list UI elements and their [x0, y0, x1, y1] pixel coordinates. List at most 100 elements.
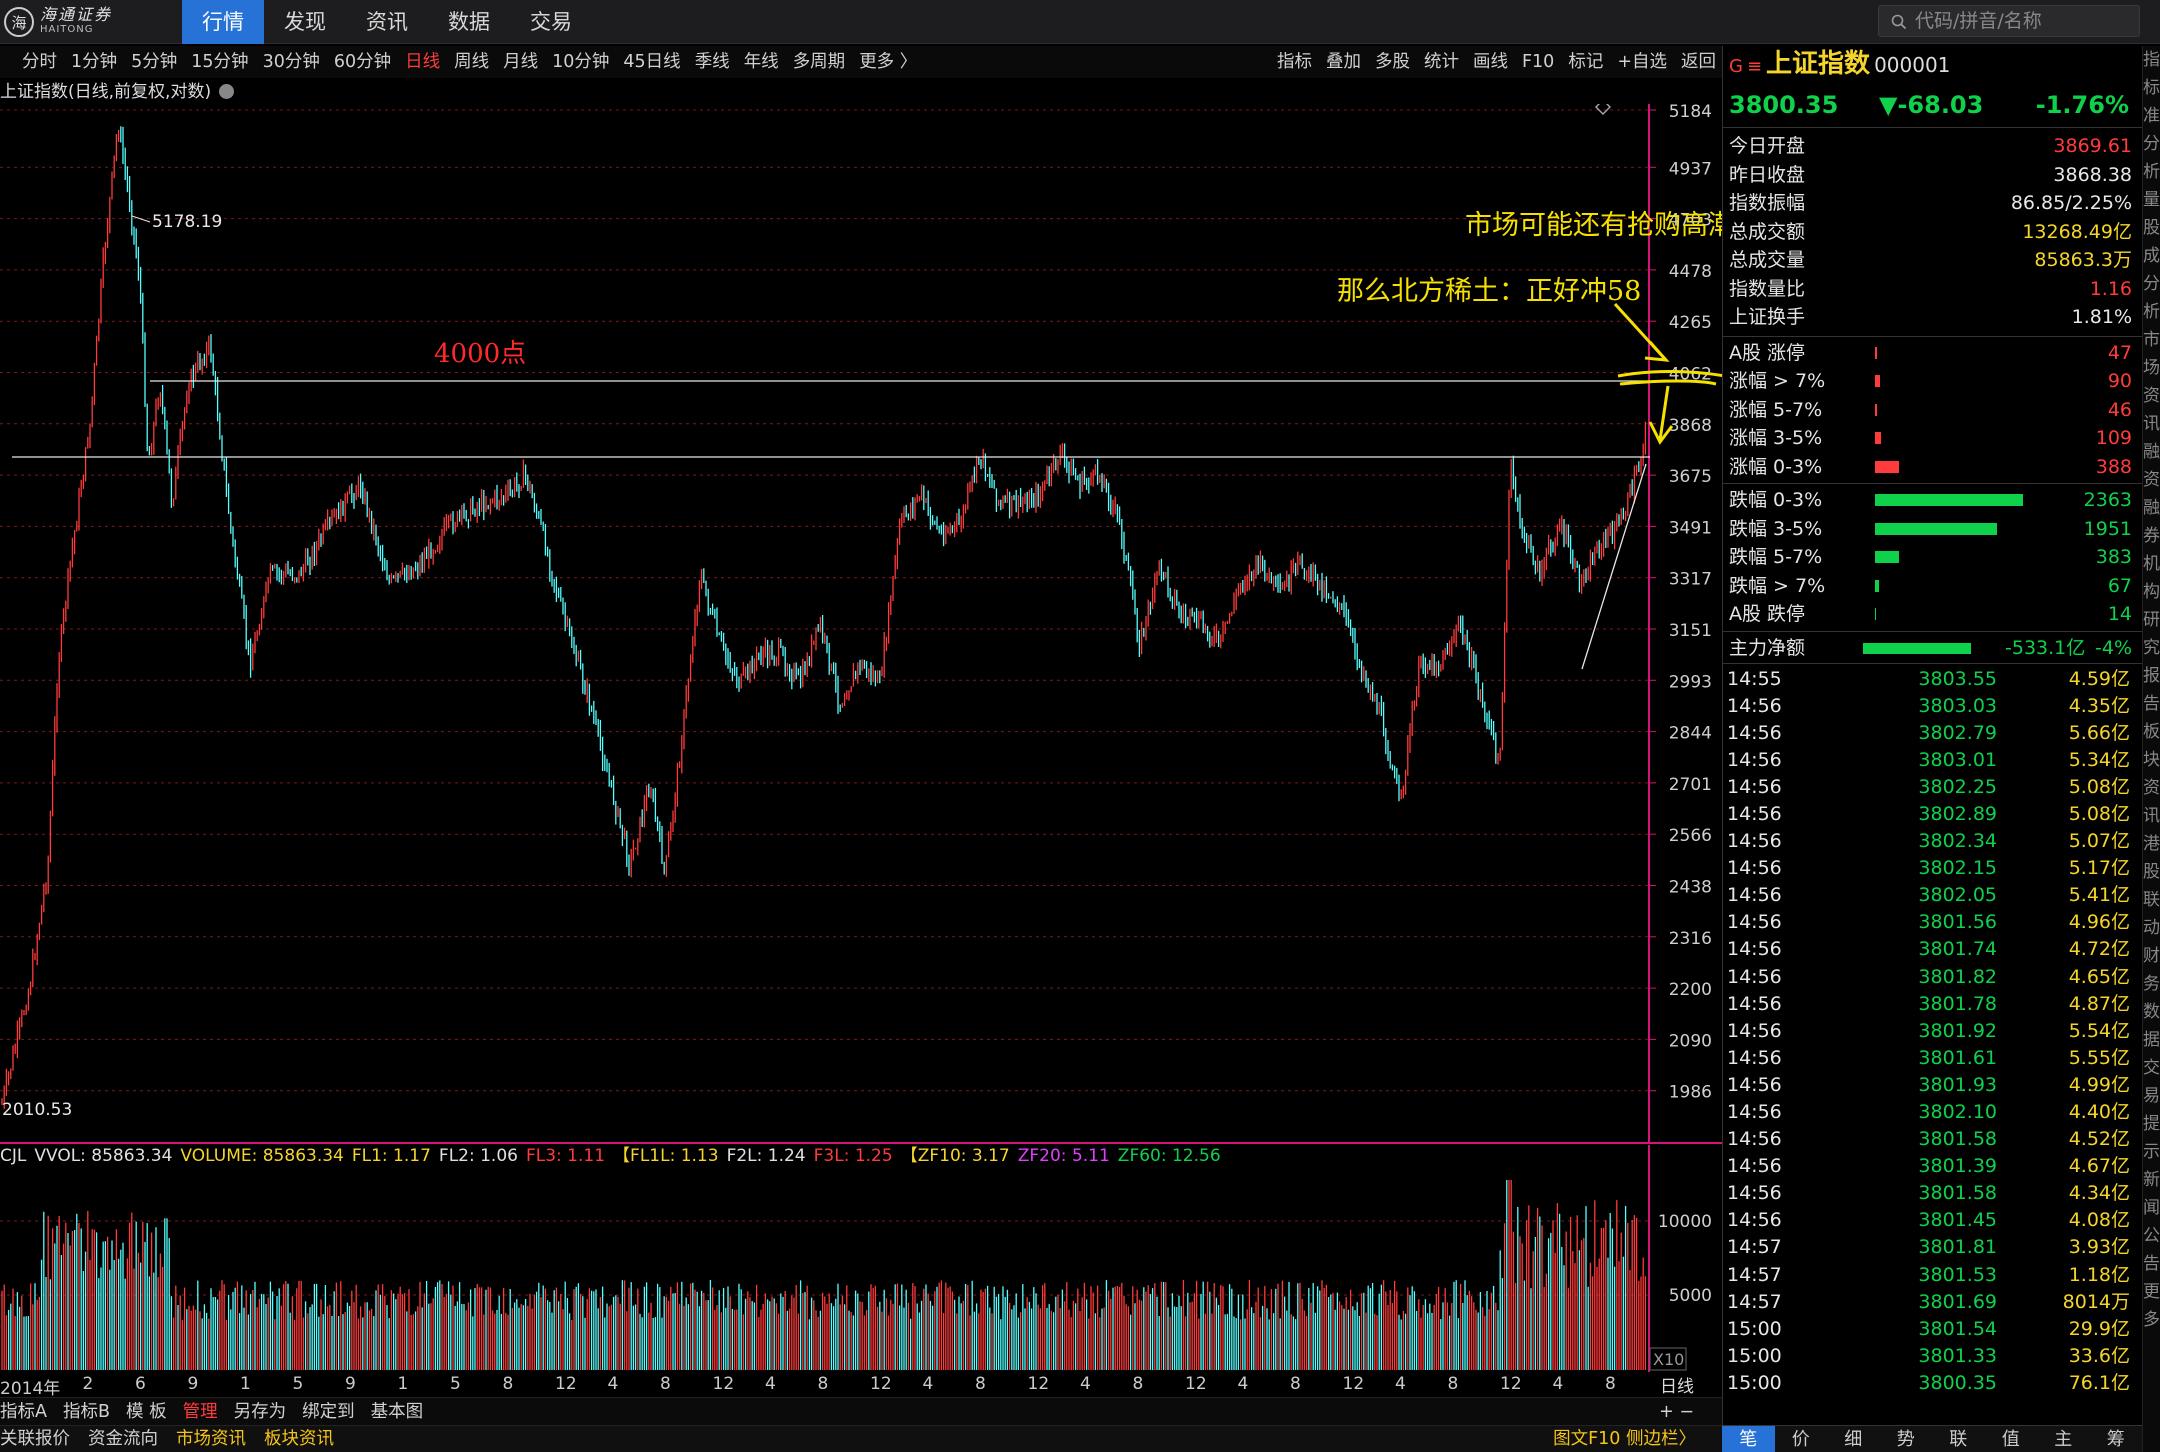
- side-toolbar-label[interactable]: 融: [2143, 494, 2160, 522]
- volume-chart[interactable]: 10000 5000 X10: [0, 1145, 1722, 1372]
- side-toolbar-label[interactable]: 块: [2143, 746, 2160, 774]
- menu-icon[interactable]: ≡: [1747, 56, 1762, 77]
- panel-tab-0[interactable]: 笔: [1722, 1426, 1775, 1452]
- side-toolbar-label[interactable]: 告: [2143, 1250, 2160, 1278]
- panel-tab-7[interactable]: 筹: [2090, 1426, 2143, 1452]
- tool-button-8[interactable]: 返回: [1681, 46, 1716, 78]
- bottom-link-1[interactable]: 资金流向: [88, 1429, 158, 1449]
- breadth-row[interactable]: 涨幅 > 7% 90: [1723, 367, 2142, 396]
- nav-item-2[interactable]: 资讯: [346, 0, 428, 44]
- bottom-link-3[interactable]: 板块资讯: [264, 1429, 334, 1449]
- side-toolbar-label[interactable]: 数: [2143, 998, 2160, 1026]
- side-toolbar-label[interactable]: 动: [2143, 914, 2160, 942]
- period-tab-13[interactable]: 多周期: [793, 46, 846, 78]
- breadth-row[interactable]: A股 跌停 14: [1723, 600, 2142, 629]
- panel-tab-2[interactable]: 细: [1827, 1426, 1880, 1452]
- side-toolbar-label[interactable]: 板: [2143, 718, 2160, 746]
- group-badge[interactable]: G: [1729, 56, 1743, 77]
- period-tab-2[interactable]: 5分钟: [131, 46, 177, 78]
- nav-item-1[interactable]: 发现: [264, 0, 346, 44]
- period-tab-5[interactable]: 60分钟: [334, 46, 391, 78]
- side-toolbar-label[interactable]: 资: [2143, 466, 2160, 494]
- side-toolbar-label[interactable]: 研: [2143, 606, 2160, 634]
- breadth-row[interactable]: 涨幅 5-7% 46: [1723, 396, 2142, 425]
- breadth-row[interactable]: 跌幅 > 7% 67: [1723, 572, 2142, 601]
- side-toolbar-label[interactable]: 标: [2143, 74, 2160, 102]
- period-tab-10[interactable]: 45日线: [623, 46, 680, 78]
- panel-tab-1[interactable]: 价: [1775, 1426, 1828, 1452]
- side-toolbar-label[interactable]: 公: [2143, 1222, 2160, 1250]
- x-axis-period-tab[interactable]: 日线: [1660, 1372, 1694, 1397]
- side-toolbar-label[interactable]: 究: [2143, 634, 2160, 662]
- side-toolbar-label[interactable]: 闻: [2143, 1194, 2160, 1222]
- chart-title[interactable]: 上证指数(日线,前复权,对数): [0, 80, 235, 104]
- period-tab-11[interactable]: 季线: [695, 46, 730, 78]
- nav-item-4[interactable]: 交易: [510, 0, 592, 44]
- side-toolbar-label[interactable]: 指: [2143, 46, 2160, 74]
- side-toolbar-label[interactable]: 券: [2143, 522, 2160, 550]
- side-toolbar-label[interactable]: 构: [2143, 578, 2160, 606]
- side-toolbar-label[interactable]: 易: [2143, 1082, 2160, 1110]
- period-tab-0[interactable]: 分时: [22, 46, 57, 78]
- bottom-tab-3[interactable]: 管理: [183, 1402, 218, 1422]
- side-toolbar-label[interactable]: 市: [2143, 326, 2160, 354]
- panel-tab-6[interactable]: 主: [2037, 1426, 2090, 1452]
- tool-button-3[interactable]: 统计: [1424, 46, 1459, 78]
- side-toolbar-label[interactable]: 股: [2143, 214, 2160, 242]
- tick-list[interactable]: 14:55 3803.55 4.59亿 14:56 3803.03 4.35亿 14:56 3…: [1723, 664, 2142, 1398]
- f10-sidebar-link[interactable]: 图文F10 侧边栏〉: [1553, 1426, 1696, 1452]
- side-toolbar-label[interactable]: 提: [2143, 1110, 2160, 1138]
- panel-tab-5[interactable]: 值: [1985, 1426, 2038, 1452]
- breadth-row[interactable]: 涨幅 3-5% 109: [1723, 424, 2142, 453]
- side-toolbar-label[interactable]: 报: [2143, 662, 2160, 690]
- period-tab-12[interactable]: 年线: [744, 46, 779, 78]
- side-toolbar-label[interactable]: 机: [2143, 550, 2160, 578]
- panel-tab-4[interactable]: 联: [1932, 1426, 1985, 1452]
- period-tab-4[interactable]: 30分钟: [263, 46, 320, 78]
- breadth-row[interactable]: A股 涨停 47: [1723, 339, 2142, 368]
- side-toolbar-label[interactable]: 交: [2143, 1054, 2160, 1082]
- side-toolbar-label[interactable]: 多: [2143, 1306, 2160, 1334]
- bottom-tab-1[interactable]: 指标B: [63, 1402, 110, 1422]
- bottom-link-0[interactable]: 关联报价: [0, 1429, 70, 1449]
- side-toolbar-label[interactable]: 量: [2143, 186, 2160, 214]
- period-tab-3[interactable]: 15分钟: [191, 46, 248, 78]
- tool-button-7[interactable]: +自选: [1617, 46, 1667, 78]
- bottom-tab-0[interactable]: 指标A: [0, 1402, 47, 1422]
- side-toolbar-label[interactable]: 资: [2143, 774, 2160, 802]
- nav-item-3[interactable]: 数据: [428, 0, 510, 44]
- side-toolbar-label[interactable]: 讯: [2143, 410, 2160, 438]
- bottom-tab-5[interactable]: 绑定到: [302, 1402, 355, 1422]
- side-toolbar-label[interactable]: 务: [2143, 970, 2160, 998]
- bottom-tab-4[interactable]: 另存为: [234, 1402, 287, 1422]
- side-toolbar-label[interactable]: 联: [2143, 886, 2160, 914]
- breadth-row[interactable]: 跌幅 5-7% 383: [1723, 543, 2142, 572]
- panel-tab-3[interactable]: 势: [1880, 1426, 1933, 1452]
- side-toolbar-label[interactable]: 分: [2143, 130, 2160, 158]
- side-toolbar-label[interactable]: 据: [2143, 1026, 2160, 1054]
- tool-button-4[interactable]: 画线: [1473, 46, 1508, 78]
- side-toolbar-label[interactable]: 讯: [2143, 802, 2160, 830]
- side-toolbar-label[interactable]: 析: [2143, 158, 2160, 186]
- side-toolbar-label[interactable]: 成: [2143, 242, 2160, 270]
- side-toolbar-label[interactable]: 港: [2143, 830, 2160, 858]
- tool-button-1[interactable]: 叠加: [1326, 46, 1361, 78]
- side-toolbar-label[interactable]: 财: [2143, 942, 2160, 970]
- chevron-down-icon[interactable]: [219, 84, 235, 99]
- breadth-row[interactable]: 跌幅 3-5% 1951: [1723, 515, 2142, 544]
- period-tab-6[interactable]: 日线: [405, 46, 440, 78]
- side-toolbar-label[interactable]: 场: [2143, 354, 2160, 382]
- kline-chart[interactable]: 5184493747034478426540623868367534913317…: [0, 104, 1722, 1144]
- period-tab-8[interactable]: 月线: [503, 46, 538, 78]
- tool-button-0[interactable]: 指标: [1277, 46, 1312, 78]
- tool-button-5[interactable]: F10: [1522, 46, 1554, 78]
- side-toolbar-label[interactable]: 示: [2143, 1138, 2160, 1166]
- diamond-icon[interactable]: [1595, 104, 1611, 115]
- tool-button-2[interactable]: 多股: [1375, 46, 1410, 78]
- tool-button-6[interactable]: 标记: [1568, 46, 1603, 78]
- breadth-row[interactable]: 跌幅 0-3% 2363: [1723, 486, 2142, 515]
- side-toolbar-label[interactable]: 股: [2143, 858, 2160, 886]
- side-toolbar-label[interactable]: 更: [2143, 1278, 2160, 1306]
- bottom-tab-6[interactable]: 基本图: [371, 1402, 424, 1422]
- trend-line[interactable]: [1581, 463, 1647, 670]
